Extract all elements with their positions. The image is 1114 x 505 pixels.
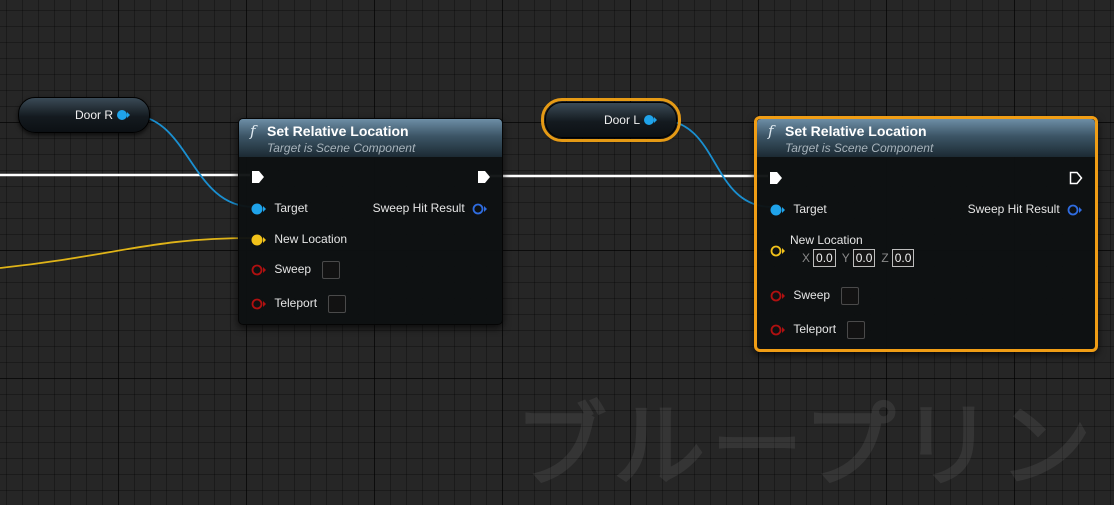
y-axis-label: Y: [841, 251, 850, 265]
node-title: Set Relative Location: [785, 123, 927, 139]
exec-output-pin-icon[interactable]: [1069, 171, 1083, 190]
sweep-label: Sweep: [274, 262, 312, 277]
bool-pin-icon[interactable]: [770, 290, 786, 302]
exec-input-pin-icon[interactable]: [251, 170, 265, 189]
sweep-pin-row[interactable]: Sweep: [770, 287, 860, 305]
teleport-checkbox[interactable]: [328, 295, 347, 313]
sweep-pin-row[interactable]: Sweep: [251, 261, 341, 279]
node-header[interactable]: f Set Relative Location Target is Scene …: [239, 119, 502, 157]
struct-pin-icon[interactable]: [1067, 204, 1083, 216]
door-l-variable-node[interactable]: Door L: [541, 98, 681, 142]
sweep-hit-result-pin-row[interactable]: Sweep Hit Result: [373, 201, 488, 215]
target-label: Target: [793, 202, 827, 216]
node-subtitle: Target is Scene Component: [785, 141, 934, 155]
teleport-pin-row[interactable]: Teleport: [770, 321, 866, 339]
teleport-pin-row[interactable]: Teleport: [251, 295, 347, 313]
set-relative-location-node-left[interactable]: f Set Relative Location Target is Scene …: [238, 118, 503, 325]
sweep-hit-result-label: Sweep Hit Result: [967, 202, 1060, 216]
sweep-hit-result-pin-row[interactable]: Sweep Hit Result: [968, 202, 1083, 216]
object-pin-icon[interactable]: [251, 203, 267, 215]
new-location-wire[interactable]: [0, 237, 255, 269]
node-subtitle: Target is Scene Component: [267, 141, 416, 155]
struct-pin-icon[interactable]: [472, 203, 488, 215]
y-value-input[interactable]: 0.0: [852, 249, 876, 267]
door-r-target-wire[interactable]: [129, 114, 255, 208]
teleport-checkbox[interactable]: [847, 321, 866, 339]
exec-input-pin-icon[interactable]: [769, 171, 783, 190]
x-value-input[interactable]: 0.0: [813, 249, 836, 267]
bool-pin-icon[interactable]: [251, 264, 267, 276]
object-output-pin-icon[interactable]: [117, 109, 131, 124]
vector-input-group: X 0.0 Y 0.0 Z 0.0: [802, 249, 920, 267]
sweep-label: Sweep: [793, 288, 831, 303]
object-pin-icon[interactable]: [770, 204, 786, 216]
target-pin-row[interactable]: Target: [251, 201, 308, 215]
teleport-label: Teleport: [793, 322, 837, 337]
sweep-hit-result-label: Sweep Hit Result: [372, 201, 465, 215]
node-header[interactable]: f Set Relative Location Target is Scene …: [757, 119, 1095, 157]
object-output-pin-icon[interactable]: [644, 114, 658, 129]
z-axis-label: Z: [881, 251, 889, 265]
sweep-checkbox[interactable]: [322, 261, 341, 279]
door-r-label: Door R: [74, 108, 113, 122]
new-location-pin-row[interactable]: New Location: [251, 232, 347, 246]
x-axis-label: X: [802, 251, 811, 265]
bool-pin-icon[interactable]: [251, 298, 267, 310]
set-relative-location-node-right[interactable]: f Set Relative Location Target is Scene …: [754, 116, 1098, 352]
vector-pin-icon[interactable]: [251, 234, 267, 246]
function-icon: f: [768, 122, 774, 140]
door-r-variable-node[interactable]: Door R: [18, 97, 150, 133]
new-location-label: New Location: [790, 233, 863, 247]
teleport-label: Teleport: [274, 296, 318, 311]
bool-pin-icon[interactable]: [770, 324, 786, 336]
target-label: Target: [274, 201, 308, 215]
function-icon: f: [250, 122, 256, 140]
door-l-label: Door L: [603, 113, 640, 127]
z-value-input[interactable]: 0.0: [891, 249, 915, 267]
sweep-checkbox[interactable]: [841, 287, 860, 305]
exec-output-pin-icon[interactable]: [477, 170, 491, 189]
vector-pin-icon[interactable]: [770, 244, 786, 262]
node-title: Set Relative Location: [267, 123, 409, 139]
new-location-label: New Location: [274, 232, 348, 246]
target-pin-row[interactable]: Target: [770, 202, 827, 216]
